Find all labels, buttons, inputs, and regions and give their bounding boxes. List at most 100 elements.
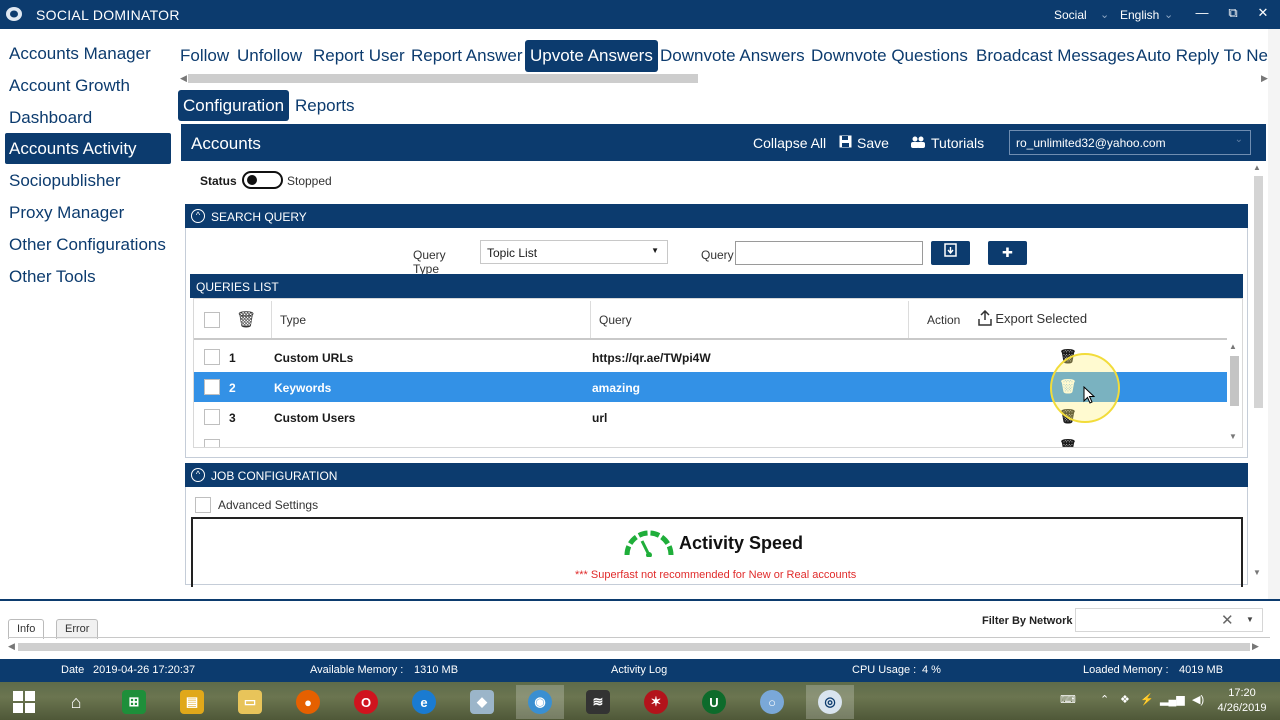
- scroll-left-icon[interactable]: ◀: [8, 641, 15, 652]
- network-filter-select[interactable]: ✕ ▼: [1075, 608, 1263, 632]
- scroll-right-icon[interactable]: ▶: [1252, 641, 1259, 652]
- delete-row-icon[interactable]: 🗑: [1059, 438, 1077, 447]
- collapse-icon[interactable]: ^: [191, 468, 205, 482]
- collapse-icon[interactable]: ^: [191, 209, 205, 223]
- network-dropdown-icon[interactable]: ⌄: [1100, 8, 1109, 21]
- sidebar-item-accounts-manager[interactable]: Accounts Manager: [5, 38, 171, 69]
- dropdown-arrow-icon[interactable]: ▼: [1246, 615, 1254, 624]
- status-toggle[interactable]: [242, 171, 283, 189]
- panel-scrollbar-thumb[interactable]: [1254, 176, 1263, 408]
- table-row-partial[interactable]: 🗑: [194, 432, 1227, 447]
- scroll-up-icon[interactable]: ▲: [1229, 342, 1237, 351]
- add-query-button[interactable]: ✚: [988, 241, 1027, 265]
- scroll-down-icon[interactable]: ▼: [1253, 568, 1261, 577]
- row-query: https://qr.ae/TWpi4W: [592, 351, 711, 365]
- collapse-all-button[interactable]: Collapse All: [753, 135, 826, 151]
- activity-log-button[interactable]: Activity Log: [611, 664, 667, 676]
- query-type-select[interactable]: Topic List ▼: [480, 240, 668, 264]
- query-input[interactable]: [735, 241, 923, 265]
- row-checkbox[interactable]: [204, 349, 220, 365]
- sidebar-item-other-configurations[interactable]: Other Configurations: [5, 229, 171, 260]
- column-query[interactable]: Query: [599, 313, 632, 327]
- sidebar-item-sociopublisher[interactable]: Sociopublisher: [5, 165, 171, 196]
- internet-explorer-icon[interactable]: e: [400, 685, 448, 719]
- scroll-down-icon[interactable]: ▼: [1229, 432, 1237, 441]
- tab-info[interactable]: Info: [8, 619, 45, 639]
- row-checkbox[interactable]: [204, 379, 220, 395]
- select-all-checkbox[interactable]: [204, 312, 220, 328]
- start-button[interactable]: [0, 685, 48, 719]
- volume-icon[interactable]: ◀): [1192, 693, 1204, 706]
- language-dropdown-icon[interactable]: ⌄: [1164, 8, 1173, 21]
- spreadsheet-app-icon[interactable]: ⊞: [110, 685, 158, 719]
- app-icon[interactable]: ◆: [458, 685, 506, 719]
- row-number: 3: [229, 411, 236, 425]
- cpu-usage-label: CPU Usage :: [852, 664, 917, 676]
- tab-report-answer[interactable]: Report Answer: [406, 40, 528, 72]
- sidebar-item-account-growth[interactable]: Account Growth: [5, 70, 171, 101]
- app-icon[interactable]: ○: [748, 685, 796, 719]
- trash-icon[interactable]: 🗑: [236, 310, 256, 330]
- tab-follow[interactable]: Follow: [175, 40, 234, 72]
- firefox-icon[interactable]: ●: [284, 685, 332, 719]
- tab-configuration[interactable]: Configuration: [178, 90, 290, 121]
- clear-icon[interactable]: ✕: [1221, 611, 1234, 629]
- minimize-button[interactable]: —: [1193, 5, 1211, 20]
- sidebar-item-proxy-manager[interactable]: Proxy Manager: [5, 197, 171, 228]
- tab-downvote-questions[interactable]: Downvote Questions: [806, 40, 973, 72]
- tutorials-button[interactable]: Tutorials: [910, 135, 984, 151]
- tab-upvote-answers[interactable]: Upvote Answers: [525, 40, 658, 72]
- grid-scrollbar[interactable]: ▲ ▼: [1227, 340, 1242, 447]
- column-type[interactable]: Type: [280, 313, 306, 327]
- social-dominator-taskbar-icon[interactable]: ◎: [806, 685, 854, 719]
- panel-scrollbar[interactable]: ▲ ▼: [1252, 163, 1266, 583]
- account-select[interactable]: ro_unlimited32@yahoo.com ⌄: [1009, 130, 1251, 155]
- save-button[interactable]: Save: [839, 135, 889, 151]
- sidebar-item-accounts-activity[interactable]: Accounts Activity: [5, 133, 171, 164]
- tab-error[interactable]: Error: [56, 619, 99, 639]
- search-query-header[interactable]: ^ SEARCH QUERY: [185, 204, 1248, 228]
- network-icon[interactable]: ▂▄▆: [1160, 693, 1185, 706]
- show-hidden-icons-icon[interactable]: ⌃: [1100, 693, 1109, 706]
- advanced-settings-checkbox[interactable]: [195, 497, 211, 513]
- import-query-button[interactable]: [931, 241, 970, 265]
- app-icon[interactable]: U: [690, 685, 738, 719]
- home-icon[interactable]: ⌂: [52, 685, 100, 719]
- file-explorer-icon[interactable]: ▭: [226, 685, 274, 719]
- export-selected-button[interactable]: Export Selected: [978, 309, 1087, 326]
- power-icon[interactable]: ⚡: [1140, 693, 1154, 706]
- tab-downvote-answers[interactable]: Downvote Answers: [655, 40, 810, 72]
- scroll-up-icon[interactable]: ▲: [1253, 163, 1261, 172]
- tabs-scrollbar[interactable]: ◀ ▶: [180, 73, 1270, 85]
- scroll-right-icon[interactable]: ▶: [1261, 73, 1268, 84]
- system-clock[interactable]: 17:20 4/26/2019: [1212, 686, 1272, 716]
- dropbox-icon[interactable]: ❖: [1120, 693, 1130, 706]
- log-scrollbar-thumb[interactable]: [18, 643, 1250, 651]
- opera-icon[interactable]: O: [342, 685, 390, 719]
- scroll-left-icon[interactable]: ◀: [180, 73, 187, 84]
- row-checkbox[interactable]: [204, 409, 220, 425]
- tab-auto-reply[interactable]: Auto Reply To New: [1131, 40, 1275, 72]
- row-checkbox[interactable]: [204, 439, 220, 447]
- restore-button[interactable]: ⧉: [1224, 5, 1242, 21]
- language-selector[interactable]: English: [1120, 8, 1159, 22]
- network-selector[interactable]: Social: [1054, 8, 1087, 22]
- row-number: 1: [229, 351, 236, 365]
- close-button[interactable]: ✕: [1254, 5, 1272, 21]
- scrollbar-thumb[interactable]: [188, 74, 698, 83]
- keyboard-icon[interactable]: ⌨: [1060, 693, 1076, 706]
- notes-app-icon[interactable]: ▤: [168, 685, 216, 719]
- tab-report-user[interactable]: Report User: [308, 40, 410, 72]
- app-icon[interactable]: ≋: [574, 685, 622, 719]
- app-icon[interactable]: ✶: [632, 685, 680, 719]
- tab-broadcast-messages[interactable]: Broadcast Messages: [971, 40, 1140, 72]
- log-scrollbar[interactable]: ◀ ▶: [8, 641, 1270, 653]
- grid-scrollbar-thumb[interactable]: [1230, 356, 1239, 406]
- speedometer-icon: [624, 530, 674, 557]
- sidebar-item-other-tools[interactable]: Other Tools: [5, 261, 171, 292]
- sidebar-item-dashboard[interactable]: Dashboard: [5, 102, 171, 133]
- tab-reports[interactable]: Reports: [290, 90, 360, 121]
- tab-unfollow[interactable]: Unfollow: [232, 40, 307, 72]
- chrome-icon[interactable]: ◉: [516, 685, 564, 719]
- job-configuration-header[interactable]: ^ JOB CONFIGURATION: [185, 463, 1248, 487]
